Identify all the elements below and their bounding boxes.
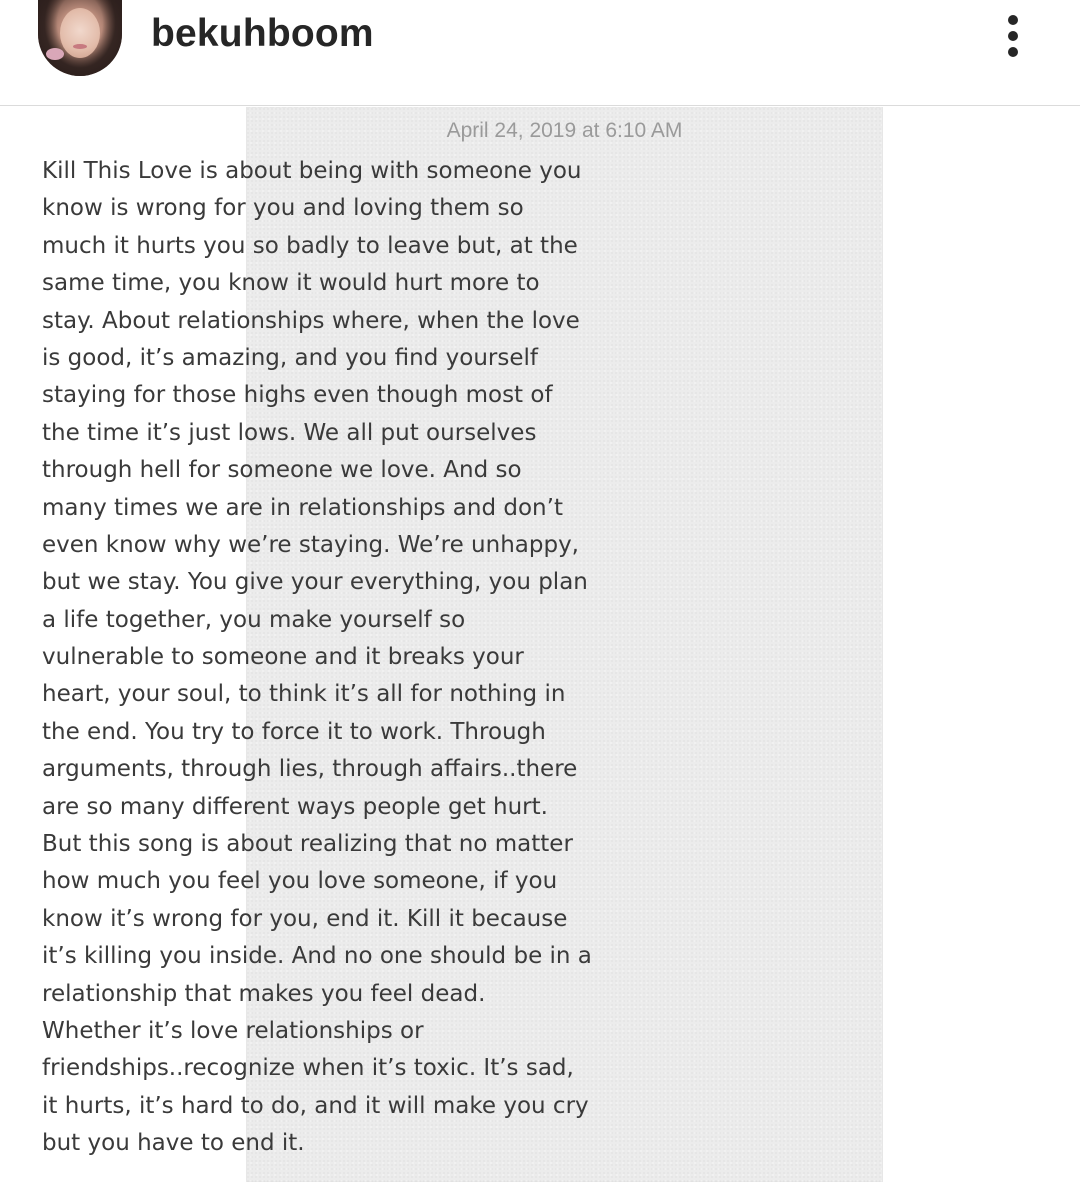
note-line: it’s killing you inside. And no one shou… <box>42 943 592 970</box>
note-line: the end. You try to force it to work. Th… <box>42 718 546 745</box>
more-dot <box>1008 31 1018 41</box>
note-line: it hurts, it’s hard to do, and it will m… <box>42 1092 589 1119</box>
more-dot <box>1008 15 1018 25</box>
note-line: relationship that makes you feel dead. <box>42 980 486 1007</box>
note-line: Kill This Love is about being with someo… <box>42 158 582 184</box>
note-line: is good, it’s amazing, and you find your… <box>42 344 538 371</box>
note-line: Whether it’s love relationships or <box>42 1017 424 1044</box>
note-line: know is wrong for you and loving them so <box>42 195 524 222</box>
note-line: many times we are in relationships and d… <box>42 494 563 521</box>
note-line: friendships..recognize when it’s toxic. … <box>42 1055 574 1082</box>
note-line: are so many different ways people get hu… <box>42 793 548 820</box>
more-vertical-icon[interactable] <box>998 12 1030 60</box>
avatar-lips <box>73 44 87 49</box>
note-date: April 24, 2019 at 6:10 AM <box>446 119 683 142</box>
avatar[interactable] <box>38 0 122 76</box>
note-line: how much you feel you love someone, if y… <box>42 868 558 895</box>
note-line: But this song is about realizing that no… <box>42 831 573 858</box>
note-line: but we stay. You give your everything, y… <box>42 569 588 596</box>
note-text: Kill This Love is about being with someo… <box>42 153 602 1163</box>
note-line: arguments, through lies, through affairs… <box>42 756 578 783</box>
avatar-flower <box>46 48 64 60</box>
post-header: bekuhboom <box>0 0 1080 106</box>
note-line: know it’s wrong for you, end it. Kill it… <box>42 905 568 932</box>
note-line: a life together, you make yourself so <box>42 606 466 633</box>
note-line: same time, you know it would hurt more t… <box>42 270 540 297</box>
note-line: even know why we’re staying. We’re unhap… <box>42 531 579 558</box>
note-line: vulnerable to someone and it breaks your <box>42 644 524 671</box>
note-line: stay. About relationships where, when th… <box>42 307 580 334</box>
more-dot <box>1008 47 1018 57</box>
note-line: much it hurts you so badly to leave but,… <box>42 232 578 259</box>
avatar-face <box>60 8 100 58</box>
note-line: through hell for someone we love. And so <box>42 457 522 484</box>
note-line: staying for those highs even though most… <box>42 382 553 409</box>
note-line: the time it’s just lows. We all put ours… <box>42 419 537 446</box>
instagram-post: bekuhboom April 24, 2019 at 6:10 AM Kill… <box>0 0 1080 1182</box>
note-line: heart, your soul, to think it’s all for … <box>42 681 566 708</box>
username[interactable]: bekuhboom <box>151 12 374 56</box>
note-line: but you have to end it. <box>42 1130 305 1157</box>
